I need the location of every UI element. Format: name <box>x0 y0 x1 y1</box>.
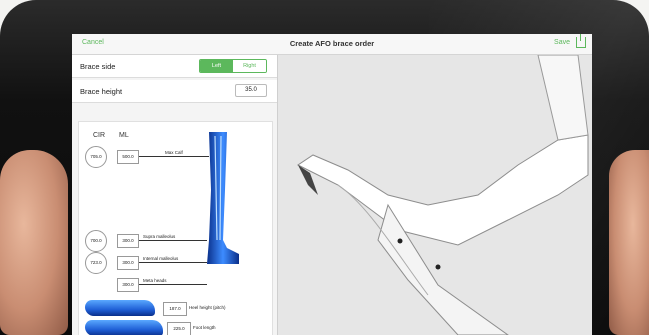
ml-column-header: ML <box>119 132 129 139</box>
marker-dot <box>435 264 441 270</box>
brace-side-row: Brace side Left Right <box>72 55 277 78</box>
order-form-panel: Brace side Left Right Brace height 35.0 … <box>72 55 278 335</box>
hand-right <box>609 150 649 335</box>
marker-dot <box>397 238 403 244</box>
heel-height-label: Heel height (pitch) <box>189 305 226 310</box>
measure-label: Supra malleolus <box>143 234 176 239</box>
ml-value[interactable]: 300.0 <box>117 278 139 292</box>
measure-label: Max Calf <box>165 150 183 155</box>
brace-side-left-option[interactable]: Left <box>200 60 233 72</box>
brace-3d-viewport[interactable] <box>278 55 592 335</box>
foot-length-label: Foot length <box>193 325 216 330</box>
leader-line <box>139 284 207 285</box>
measurement-diagram: CIR ML 705.0 500.0 Max Calf 700.0 300.0 … <box>78 121 273 335</box>
cir-value[interactable]: 705.0 <box>85 146 107 168</box>
measure-label: Meta heads <box>143 278 167 283</box>
ml-value[interactable]: 500.0 <box>117 150 139 164</box>
cir-column-header: CIR <box>93 132 106 139</box>
leg-scan-image <box>207 132 239 264</box>
brace-height-label: Brace height <box>80 87 123 96</box>
brace-3d-model <box>297 55 589 335</box>
brace-height-row: Brace height 35.0 <box>72 80 277 103</box>
save-button[interactable]: Save <box>554 39 570 46</box>
navigation-bar: Cancel Create AFO brace order Save <box>72 34 592 55</box>
page-title: Create AFO brace order <box>289 39 375 48</box>
app-screen: Cancel Create AFO brace order Save Brace… <box>72 34 592 335</box>
cir-value[interactable]: 700.0 <box>85 230 107 252</box>
foot-length-field[interactable]: 225.0 <box>167 322 191 335</box>
brace-side-toggle[interactable]: Left Right <box>199 59 267 73</box>
heel-height-field[interactable]: 187.0 <box>163 302 187 316</box>
brace-height-field[interactable]: 35.0 <box>235 84 267 97</box>
leader-line <box>139 262 207 263</box>
share-icon[interactable] <box>576 34 586 48</box>
ml-value[interactable]: 300.0 <box>117 234 139 248</box>
hand-left <box>0 150 68 335</box>
measure-label: Internal malleolus <box>143 256 179 261</box>
ml-value[interactable]: 300.0 <box>117 256 139 270</box>
leader-line <box>139 156 209 157</box>
foot-side-scan-image <box>85 300 155 316</box>
foot-top-scan-image <box>85 320 163 335</box>
brace-side-right-option[interactable]: Right <box>233 60 266 72</box>
brace-side-label: Brace side <box>80 62 116 71</box>
leader-line <box>139 240 207 241</box>
cir-value[interactable]: 723.0 <box>85 252 107 274</box>
